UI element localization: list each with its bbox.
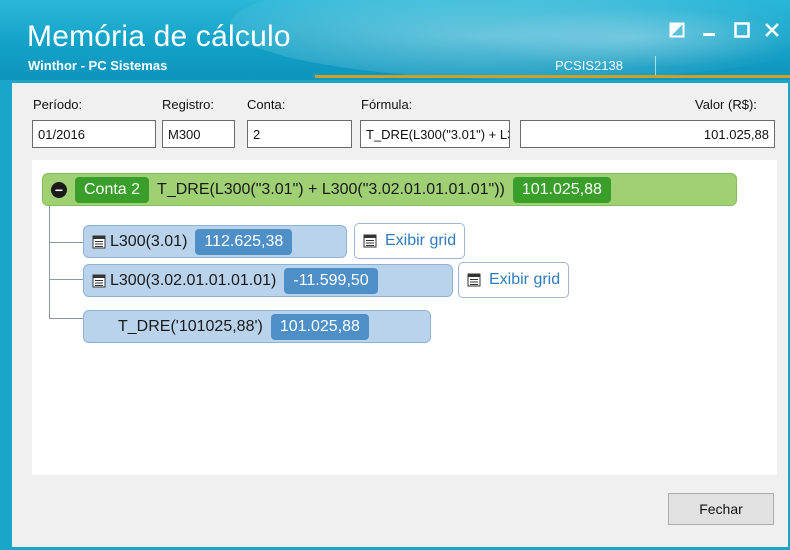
exibir-grid-label: Exibir grid: [385, 232, 457, 249]
fechar-button[interactable]: Fechar: [668, 493, 774, 525]
tree-connector: [49, 279, 83, 280]
conta-field[interactable]: 2: [247, 120, 352, 148]
title-accent-line: [315, 75, 790, 78]
child-value-badge: 101.025,88: [270, 313, 369, 340]
registro-label: Registro:: [162, 97, 215, 112]
child-label: T_DRE('101025,88'): [118, 317, 263, 335]
tree-child-node-l300-302[interactable]: L300(3.02.01.01.01.01) -11.599,50: [83, 264, 453, 297]
tree-root-node[interactable]: − Conta 2 T_DRE(L300("3.01") + L300("3.0…: [42, 173, 737, 206]
restore-icon[interactable]: [665, 18, 689, 42]
account-badge: Conta 2: [75, 176, 150, 203]
dialog-content: Período: 01/2016 Registro: M300 Conta: 2…: [12, 83, 788, 547]
formula-field[interactable]: T_DRE(L300("3.01") + L300("3.02.01.01.01…: [360, 120, 510, 148]
table-icon: [363, 234, 377, 248]
root-value-badge: 101.025,88: [512, 176, 611, 203]
calculation-tree-panel: − Conta 2 T_DRE(L300("3.01") + L300("3.0…: [32, 160, 777, 475]
exibir-grid-button[interactable]: Exibir grid: [458, 262, 570, 298]
tree-connector: [49, 206, 50, 319]
periodo-field[interactable]: 01/2016: [32, 120, 156, 148]
exibir-grid-button[interactable]: Exibir grid: [354, 223, 466, 259]
child-label: L300(3.02.01.01.01.01): [110, 271, 277, 289]
registro-field[interactable]: M300: [162, 120, 235, 148]
maximize-icon[interactable]: [730, 18, 754, 42]
collapse-icon[interactable]: −: [51, 181, 67, 198]
title-bar: Memória de cálculo Winthor - PC Sistemas…: [0, 0, 790, 80]
window-title: Memória de cálculo: [27, 20, 291, 53]
child-value-badge: -11.599,50: [284, 267, 378, 294]
tree-connector: [49, 318, 83, 319]
calculation-memory-window: Memória de cálculo Winthor - PC Sistemas…: [0, 0, 790, 550]
valor-label: Valor (R$):: [695, 97, 757, 112]
formula-label: Fórmula:: [361, 97, 413, 112]
close-icon[interactable]: [760, 18, 784, 42]
table-icon: [467, 273, 481, 287]
routine-code: PCSIS2138: [555, 58, 623, 73]
root-formula: T_DRE(L300("3.01") + L300("3.02.01.01.01…: [157, 180, 505, 198]
exibir-grid-label: Exibir grid: [489, 271, 561, 288]
window-subtitle: Winthor - PC Sistemas: [28, 58, 168, 73]
tree-connector: [49, 242, 83, 243]
child-label: L300(3.01): [110, 232, 188, 250]
tree-child-node-l300-301[interactable]: L300(3.01) 112.625,38: [83, 225, 347, 258]
child-value-badge: 112.625,38: [195, 228, 293, 255]
table-icon: [92, 274, 106, 288]
conta-label: Conta:: [247, 97, 286, 112]
valor-field[interactable]: 101.025,88: [520, 120, 775, 148]
periodo-label: Período:: [33, 97, 83, 112]
table-icon: [92, 235, 106, 249]
tree-child-node-t-dre[interactable]: T_DRE('101025,88') 101.025,88: [83, 310, 431, 343]
minimize-icon[interactable]: [697, 18, 721, 42]
